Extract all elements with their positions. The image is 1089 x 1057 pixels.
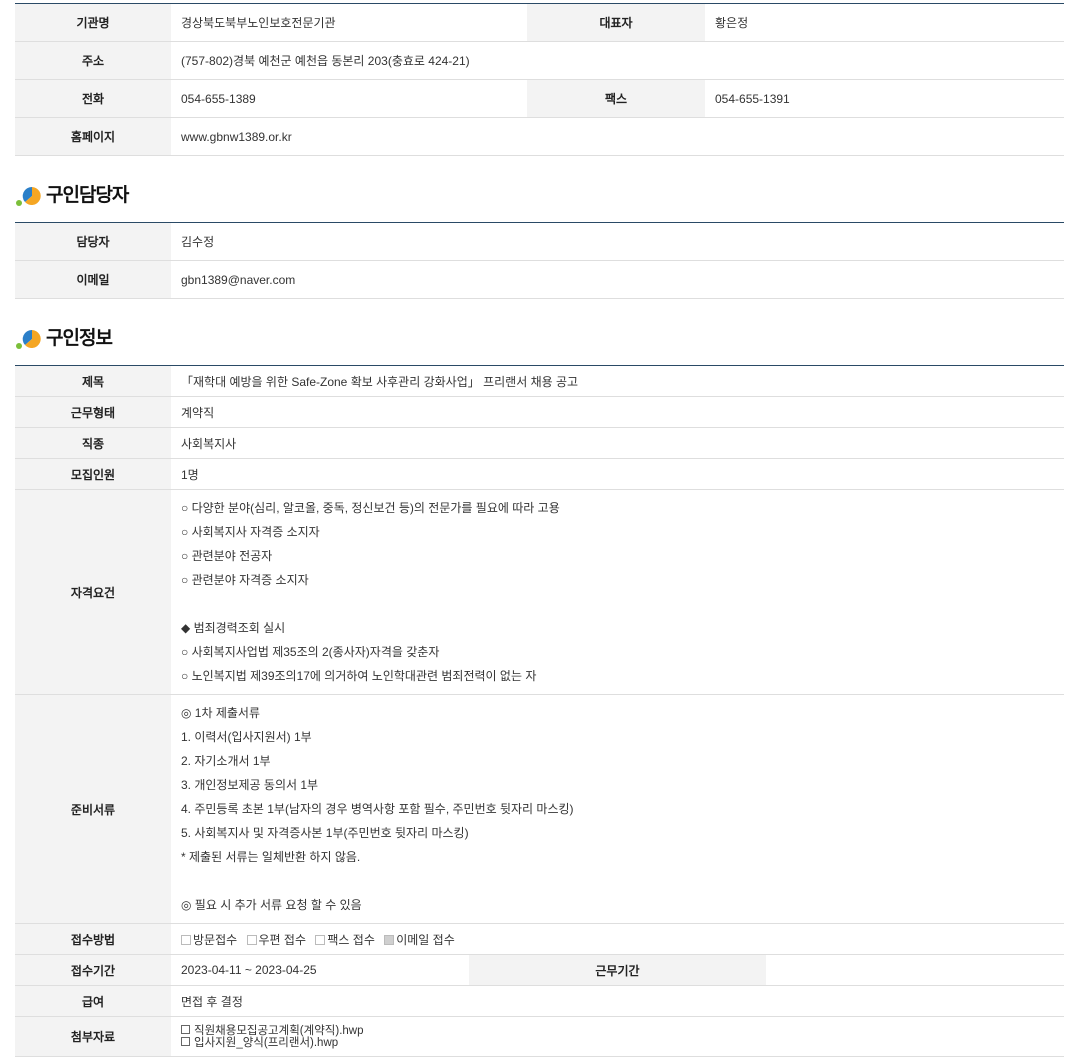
method-label: 접수방법 [15, 923, 171, 955]
agency-name-label: 기관명 [15, 3, 171, 42]
homepage-value[interactable]: www.gbnw1389.or.kr [171, 117, 1064, 156]
table-row: 주소 (757-802)경북 예천군 예천읍 동본리 203(충효로 424-2… [15, 41, 1064, 80]
agency-name-value: 경상북도북부노인보호전문기관 [171, 3, 527, 42]
manager-label: 담당자 [15, 222, 171, 261]
section-bullet-icon [16, 186, 41, 206]
table-row: 첨부자료 직원채용모집공고계획(계약직).hwp 입사지원_양식(프리랜서).h… [15, 1016, 1064, 1057]
table-row: 이메일 gbn1389@naver.com [15, 260, 1064, 299]
table-row: 접수방법 방문접수 우편 접수 팩스 접수 이메일 접수 [15, 923, 1064, 955]
job-title-value: 「재학대 예방을 위한 Safe-Zone 확보 사후관리 강화사업」 프리랜서… [171, 365, 1064, 397]
email-value[interactable]: gbn1389@naver.com [171, 260, 1064, 299]
address-value: (757-802)경북 예천군 예천읍 동본리 203(충효로 424-21) [171, 41, 1064, 80]
qualification-line: ○ 사회복지사 자격증 소지자 [181, 525, 320, 539]
contact-section-title: 구인담당자 [46, 185, 129, 206]
representative-value: 황은정 [705, 3, 1064, 42]
salary-value: 면접 후 결정 [171, 985, 1064, 1017]
documents-line: 1. 이력서(입사지원서) 1부 [181, 730, 312, 744]
table-row: 자격요건 ○ 다양한 분야(심리, 알코올, 중독, 정신보건 등)의 전문가를… [15, 489, 1064, 695]
phone-label: 전화 [15, 79, 171, 118]
manager-value: 김수정 [171, 222, 1064, 261]
qualification-line: ◆ 범죄경력조회 실시 [181, 621, 286, 635]
qualification-line: ○ 관련분야 전공자 [181, 549, 273, 563]
table-row: 기관명 경상북도북부노인보호전문기관 대표자 황은정 [15, 3, 1064, 42]
table-row: 담당자 김수정 [15, 222, 1064, 261]
qualification-label: 자격요건 [15, 489, 171, 695]
qualification-spacer [181, 598, 1064, 610]
qualification-line: ○ 노인복지법 제39조의17에 의거하여 노인학대관련 범죄전력이 없는 자 [181, 669, 537, 683]
phone-value: 054-655-1389 [171, 79, 527, 118]
fax-value: 054-655-1391 [705, 79, 1064, 118]
documents-line: ◎ 1차 제출서류 [181, 706, 261, 720]
documents-line: * 제출된 서류는 일체반환 하지 않음. [181, 850, 361, 864]
qualification-list: ○ 다양한 분야(심리, 알코올, 중독, 정신보건 등)의 전문가를 필요에 … [171, 489, 1064, 695]
headcount-label: 모집인원 [15, 458, 171, 490]
job-title-label: 제목 [15, 365, 171, 397]
homepage-label: 홈페이지 [15, 117, 171, 156]
period-value: 2023-04-11 ~ 2023-04-25 [171, 954, 469, 986]
checkbox-checked-icon [384, 934, 395, 945]
documents-list: ◎ 1차 제출서류 1. 이력서(입사지원서) 1부 2. 자기소개서 1부 3… [171, 694, 1064, 924]
work-type-label: 근무형태 [15, 396, 171, 428]
attachment-name: 입사지원_양식(프리랜서).hwp [194, 1036, 339, 1049]
method-label-email: 이메일 접수 [396, 932, 455, 947]
email-label: 이메일 [15, 260, 171, 299]
job-section-title: 구인정보 [46, 328, 113, 349]
table-row: 근무형태 계약직 [15, 396, 1064, 428]
attachment-link[interactable]: 입사지원_양식(프리랜서).hwp [181, 1036, 1064, 1049]
documents-line: 3. 개인정보제공 동의서 1부 [181, 778, 319, 792]
table-row: 접수기간 2023-04-11 ~ 2023-04-25 근무기간 [15, 954, 1064, 986]
period-label: 접수기간 [15, 954, 171, 986]
file-icon [181, 1036, 190, 1046]
fax-label: 팩스 [527, 79, 705, 118]
documents-line: 2. 자기소개서 1부 [181, 754, 271, 768]
representative-label: 대표자 [527, 3, 705, 42]
checkbox-icon [181, 934, 191, 945]
contact-info-table: 담당자 김수정 이메일 gbn1389@naver.com [15, 222, 1064, 299]
work-period-label: 근무기간 [468, 954, 767, 986]
method-option-mail: 우편 접수 [246, 932, 307, 947]
table-row: 직종 사회복지사 [15, 427, 1064, 459]
method-option-visit: 방문접수 [181, 933, 237, 947]
attachment-link[interactable]: 직원채용모집공고계획(계약직).hwp [181, 1024, 1064, 1037]
section-bullet-icon [16, 329, 41, 349]
agency-info-table: 기관명 경상북도북부노인보호전문기관 대표자 황은정 주소 (757-802)경… [15, 3, 1064, 156]
address-label: 주소 [15, 41, 171, 80]
method-label-mail: 우편 접수 [258, 932, 307, 947]
table-row: 홈페이지 www.gbnw1389.or.kr [15, 117, 1064, 156]
salary-label: 급여 [15, 985, 171, 1017]
method-option-fax: 팩스 접수 [315, 933, 375, 947]
table-row: 준비서류 ◎ 1차 제출서류 1. 이력서(입사지원서) 1부 2. 자기소개서… [15, 694, 1064, 924]
attachment-name: 직원채용모집공고계획(계약직).hwp [194, 1024, 364, 1037]
occupation-value: 사회복지사 [171, 427, 1064, 459]
contact-section-heading: 구인담당자 [15, 156, 1064, 222]
documents-line: 5. 사회복지사 및 자격증사본 1부(주민번호 뒷자리 마스킹) [181, 826, 469, 840]
qualification-line: ○ 관련분야 자격증 소지자 [181, 573, 309, 587]
work-period-value [766, 954, 1064, 986]
method-label-fax: 팩스 접수 [327, 932, 375, 947]
checkbox-icon [246, 934, 257, 945]
checkbox-icon [315, 934, 326, 945]
method-option-email: 이메일 접수 [384, 933, 455, 947]
headcount-value: 1명 [171, 458, 1064, 490]
table-row: 제목 「재학대 예방을 위한 Safe-Zone 확보 사후관리 강화사업」 프… [15, 365, 1064, 397]
page-content: 기관명 경상북도북부노인보호전문기관 대표자 황은정 주소 (757-802)경… [15, 3, 1064, 1057]
qualification-line: ○ 사회복지사업법 제35조의 2(종사자)자격을 갖춘자 [181, 645, 440, 659]
attachment-label: 첨부자료 [15, 1016, 171, 1057]
attachment-list: 직원채용모집공고계획(계약직).hwp 입사지원_양식(프리랜서).hwp [171, 1016, 1064, 1057]
qualification-line: ○ 다양한 분야(심리, 알코올, 중독, 정신보건 등)의 전문가를 필요에 … [181, 501, 560, 515]
table-row: 전화 054-655-1389 팩스 054-655-1391 [15, 79, 1064, 118]
method-label-visit: 방문접수 [193, 932, 238, 947]
documents-line: ◎ 필요 시 추가 서류 요청 할 수 있음 [181, 898, 362, 912]
documents-label: 준비서류 [15, 694, 171, 924]
file-icon [181, 1024, 190, 1034]
table-row: 급여 면접 후 결정 [15, 985, 1064, 1017]
occupation-label: 직종 [15, 427, 171, 459]
work-type-value: 계약직 [171, 396, 1064, 428]
table-row: 모집인원 1명 [15, 458, 1064, 490]
documents-spacer [181, 875, 1064, 887]
job-section-heading: 구인정보 [15, 299, 1064, 365]
job-info-table: 제목 「재학대 예방을 위한 Safe-Zone 확보 사후관리 강화사업」 프… [15, 365, 1064, 1057]
method-options: 방문접수 우편 접수 팩스 접수 이메일 접수 [171, 923, 1064, 955]
documents-line: 4. 주민등록 초본 1부(남자의 경우 병역사항 포함 필수, 주민번호 뒷자… [181, 802, 574, 816]
